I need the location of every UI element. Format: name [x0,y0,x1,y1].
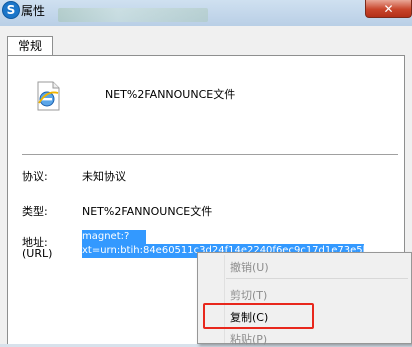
close-button[interactable]: ✕ [365,0,412,18]
protocol-value: 未知协议 [82,170,126,183]
protocol-label: 协议: [22,170,48,183]
ie-file-icon [37,81,60,111]
menu-item-undo[interactable]: 撤销(U) [230,259,269,275]
app-icon: S [2,1,20,19]
address-sublabel: (URL) [22,247,53,260]
tab-general[interactable]: 常规 [7,36,53,56]
menu-gutter [224,255,225,343]
title-bar: S 属性 ✕ [0,0,412,26]
menu-item-paste[interactable]: 粘贴(P) [230,331,267,347]
menu-separator [226,278,408,279]
context-menu: 撤销(U) 剪切(T) 复制(C) 粘贴(P) [197,252,412,347]
menu-item-cut[interactable]: 剪切(T) [230,287,267,303]
divider [22,154,398,155]
background-window-blur [58,8,208,22]
menu-item-copy[interactable]: 复制(C) [230,309,268,325]
address-line-1: magnet:? [82,230,146,244]
type-label: 类型: [22,205,48,218]
type-value: NET%2FANNOUNCE文件 [82,205,213,218]
window-title: 属性 [21,4,46,18]
file-name: NET%2FANNOUNCE文件 [105,88,236,101]
